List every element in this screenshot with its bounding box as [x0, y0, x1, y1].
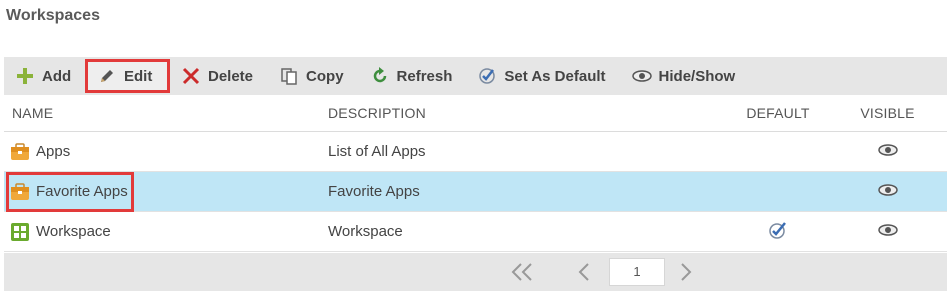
table-row[interactable]: Apps List of All Apps: [4, 132, 947, 172]
hide-show-label: Hide/Show: [658, 67, 736, 85]
grid-icon: [10, 222, 30, 242]
briefcase-icon: [10, 142, 30, 162]
row-description: Workspace: [328, 223, 403, 240]
row-name: Favorite Apps: [36, 183, 128, 200]
column-header-name[interactable]: NAME: [4, 105, 328, 121]
table-row[interactable]: Workspace Workspace: [4, 212, 947, 252]
eye-icon: [631, 66, 652, 86]
plus-icon: [15, 66, 35, 86]
next-page-icon[interactable]: [678, 262, 694, 287]
refresh-icon: [370, 66, 390, 86]
check-badge-icon: [477, 66, 497, 86]
first-page-icon[interactable]: [509, 262, 535, 287]
page-title: Workspaces: [6, 7, 100, 24]
row-name: Apps: [36, 143, 71, 160]
column-header-description[interactable]: DESCRIPTION: [328, 105, 728, 121]
prev-page-icon[interactable]: [576, 262, 592, 287]
row-name: Workspace: [36, 223, 111, 240]
refresh-button[interactable]: Refresh: [364, 61, 459, 91]
delete-button[interactable]: Delete: [175, 61, 259, 91]
delete-label: Delete: [208, 67, 254, 85]
table-row[interactable]: Favorite Apps Favorite Apps: [4, 171, 947, 212]
eye-icon[interactable]: [877, 183, 898, 201]
hide-show-button[interactable]: Hide/Show: [626, 61, 742, 91]
set-default-label: Set As Default: [504, 67, 606, 85]
copy-icon: [279, 66, 299, 86]
eye-icon[interactable]: [877, 223, 898, 241]
pencil-icon: [97, 66, 117, 86]
column-header-visible[interactable]: VISIBLE: [828, 105, 947, 121]
x-icon: [181, 66, 201, 86]
copy-label: Copy: [306, 67, 344, 85]
pager: 1: [4, 253, 947, 291]
eye-icon[interactable]: [877, 143, 898, 161]
set-default-button[interactable]: Set As Default: [471, 61, 611, 91]
add-label: Add: [42, 67, 72, 85]
default-check-icon: [768, 220, 788, 244]
page-number-input[interactable]: 1: [609, 258, 665, 286]
toolbar: Add Edit Delete Copy Refresh Set As Defa…: [4, 57, 947, 95]
edit-label: Edit: [124, 67, 153, 85]
column-header-default[interactable]: DEFAULT: [728, 105, 828, 121]
briefcase-icon: [10, 182, 30, 202]
workspaces-table: NAME DESCRIPTION DEFAULT VISIBLE Apps Li…: [4, 95, 947, 252]
row-description: Favorite Apps: [328, 183, 420, 200]
add-button[interactable]: Add: [9, 61, 82, 91]
table-header: NAME DESCRIPTION DEFAULT VISIBLE: [4, 95, 947, 132]
edit-button[interactable]: Edit: [85, 59, 170, 93]
refresh-label: Refresh: [396, 67, 453, 85]
copy-button[interactable]: Copy: [273, 61, 350, 91]
row-description: List of All Apps: [328, 143, 426, 160]
